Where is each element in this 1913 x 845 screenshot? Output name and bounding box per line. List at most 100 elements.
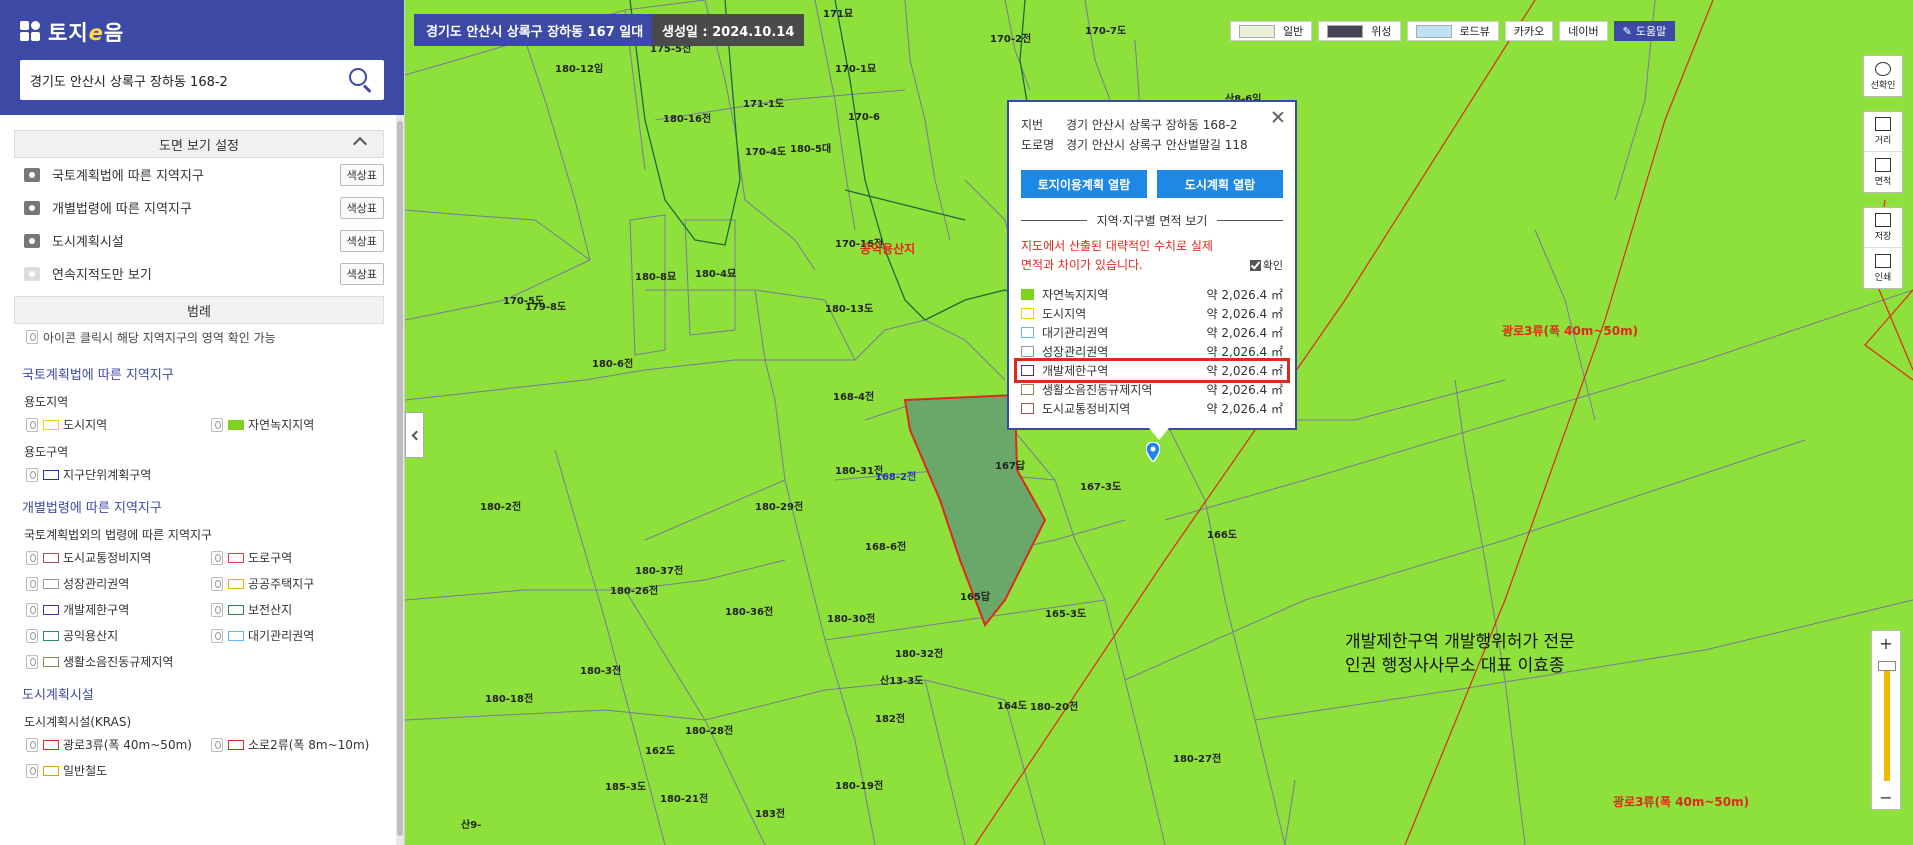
legend-item[interactable]: 공공주택지구 xyxy=(211,575,396,592)
sidebar-collapse-button[interactable] xyxy=(405,412,424,458)
view-setting-row[interactable]: 연속지적도만 보기 색상표 xyxy=(14,257,384,290)
zoom-in-button[interactable]: + xyxy=(1872,631,1900,655)
close-icon[interactable] xyxy=(1271,110,1285,124)
pin-icon[interactable] xyxy=(211,417,223,432)
road-label-gwangro: 광로3류(폭 40m~50m) xyxy=(1502,324,1639,338)
parcel-label: 180-4묘 xyxy=(695,269,737,280)
pin-icon[interactable] xyxy=(211,602,223,617)
view-setting-label: 개별법령에 따른 지역지구 xyxy=(52,202,192,217)
tool-save[interactable]: 저장 xyxy=(1864,208,1902,248)
legend-item-label: 지구단위계획구역 xyxy=(63,468,152,482)
zoom-handle[interactable] xyxy=(1878,661,1896,671)
legend-item-label: 보전산지 xyxy=(248,603,293,617)
area-swatch xyxy=(1021,327,1034,338)
color-table-button[interactable]: 색상표 xyxy=(339,229,384,252)
legend-item[interactable]: 도시지역 xyxy=(26,416,211,433)
area-warning-text: 지도에서 산출된 대략적인 수치로 실제 면적과 차이가 있습니다. xyxy=(1021,239,1213,272)
legend-subgroup-title: 국토계획법외의 법령에 따른 지역지구 xyxy=(24,528,213,542)
parcel-label: 170-1묘 xyxy=(835,64,877,75)
logo[interactable]: 토지e음 xyxy=(20,14,384,50)
pin-icon[interactable] xyxy=(26,654,38,669)
parcel-label: 180-6전 xyxy=(592,359,634,370)
area-name: 대기관리권역 xyxy=(1042,326,1109,340)
pin-icon[interactable] xyxy=(211,737,223,752)
view-setting-label: 도시계획시설 xyxy=(52,235,124,250)
legend-item[interactable]: 공익용산지 xyxy=(26,627,211,644)
search-input[interactable] xyxy=(30,72,346,88)
parcel-label: 168-6전 xyxy=(865,542,907,553)
tool-print[interactable]: 인쇄 xyxy=(1864,248,1902,288)
parcel-label: 180-28전 xyxy=(685,726,734,737)
scrollbar-thumb[interactable] xyxy=(397,121,403,836)
pin-icon[interactable] xyxy=(26,602,38,617)
pin-icon[interactable] xyxy=(26,628,38,643)
legend-swatch xyxy=(228,419,244,430)
view-setting-row[interactable]: 도시계획시설 색상표 xyxy=(14,224,384,257)
city-plan-button[interactable]: 도시계획 열람 xyxy=(1157,170,1283,198)
view-settings-header[interactable]: 도면 보기 설정 xyxy=(14,130,384,158)
area-warning: 지도에서 산출된 대략적인 수치로 실제 면적과 차이가 있습니다. 확인 xyxy=(1021,237,1283,275)
parcel-label: 180-37전 xyxy=(635,566,684,577)
legend-item[interactable]: 대기관리권역 xyxy=(211,627,396,644)
map-type-naver[interactable]: 네이버 xyxy=(1559,21,1608,41)
legend-item[interactable]: 보전산지 xyxy=(211,601,396,618)
view-setting-row[interactable]: 개별법령에 따른 지역지구 색상표 xyxy=(14,191,384,224)
parcel-label: 182전 xyxy=(875,714,906,725)
map-pin-icon[interactable] xyxy=(1146,442,1160,462)
legend-item[interactable]: 광로3류(폭 40m~50m) xyxy=(26,736,211,753)
legend-item[interactable]: 지구단위계획구역 xyxy=(26,466,211,483)
confirm-checkbox[interactable]: 확인 xyxy=(1249,256,1283,275)
pin-icon[interactable] xyxy=(211,550,223,565)
map-type-normal[interactable]: 일반 xyxy=(1230,21,1313,41)
eye-icon[interactable] xyxy=(24,266,40,281)
parcel-label: 180-5대 xyxy=(790,144,832,155)
map-type-roadview[interactable]: 로드뷰 xyxy=(1406,21,1499,41)
jibun-row: 지번 경기 안산시 상록구 장하동 168-2 xyxy=(1021,117,1238,132)
tool-area[interactable]: 면적 xyxy=(1864,152,1902,192)
zoom-out-button[interactable]: − xyxy=(1872,785,1900,809)
pin-icon[interactable] xyxy=(26,763,38,778)
chevron-up-icon[interactable] xyxy=(352,136,368,152)
search-icon[interactable] xyxy=(346,66,374,94)
pin-icon[interactable] xyxy=(26,737,38,752)
view-setting-row[interactable]: 국토계획법에 따른 지역지구 색상표 xyxy=(14,158,384,191)
legend-item[interactable]: 성장관리권역 xyxy=(26,575,211,592)
legend-item[interactable]: 도로구역 xyxy=(211,549,396,566)
pin-icon[interactable] xyxy=(211,576,223,591)
tool-distance[interactable]: 거리 xyxy=(1864,112,1902,152)
area-value: 약 2,026.4 ㎡ xyxy=(1206,326,1283,340)
pin-icon[interactable] xyxy=(26,417,38,432)
legend-item[interactable]: 소로2류(폭 8m~10m) xyxy=(211,736,396,753)
parcel-info-popup: 지번 경기 안산시 상록구 장하동 168-2 도로명 경기 안산시 상록구 안산벌… xyxy=(1007,100,1297,440)
land-use-plan-button[interactable]: 토지이용계획 열람 xyxy=(1021,170,1147,198)
color-table-button[interactable]: 색상표 xyxy=(339,262,384,285)
parcel-label: 171묘 xyxy=(823,9,854,20)
legend-item[interactable]: 도시교통정비지역 xyxy=(26,549,211,566)
parcel-label: 180-2전 xyxy=(480,502,522,513)
map-type-satellite[interactable]: 위성 xyxy=(1318,21,1401,41)
pin-icon[interactable] xyxy=(211,628,223,643)
legend-item[interactable]: 자연녹지지역 xyxy=(211,416,396,433)
map-tools: 선확인 거리 면적 저장 인쇄 xyxy=(1863,55,1903,303)
legend-item[interactable]: 개발제한구역 xyxy=(26,601,211,618)
overlay-note-line-1: 개발제한구역 개발행위허가 전문 xyxy=(1345,632,1575,652)
map-type-kakao[interactable]: 카카오 xyxy=(1504,21,1554,41)
pin-icon[interactable] xyxy=(26,550,38,565)
chevron-left-icon xyxy=(411,430,421,440)
eye-icon[interactable] xyxy=(24,167,40,182)
map-canvas[interactable]: 171묘170-2전170-7도175-5전180-12임170-1묘산8-6임… xyxy=(405,0,1913,845)
legend-item[interactable]: 생활소음진동규제지역 xyxy=(26,653,211,670)
pin-icon[interactable] xyxy=(26,467,38,482)
legend-swatch xyxy=(228,552,244,563)
pin-icon[interactable] xyxy=(26,576,38,591)
color-table-button[interactable]: 색상표 xyxy=(339,196,384,219)
eye-icon[interactable] xyxy=(24,233,40,248)
zoom-track[interactable] xyxy=(1884,661,1890,781)
legend-item[interactable]: 일반철도 xyxy=(26,762,211,779)
tool-line-check[interactable]: 선확인 xyxy=(1864,56,1902,96)
help-button[interactable]: ✎ 도움말 xyxy=(1613,21,1676,41)
color-table-button[interactable]: 색상표 xyxy=(339,163,384,186)
sidebar-scrollbar[interactable] xyxy=(396,115,404,845)
sidebar-header: 토지e음 xyxy=(0,0,404,115)
eye-icon[interactable] xyxy=(24,200,40,215)
